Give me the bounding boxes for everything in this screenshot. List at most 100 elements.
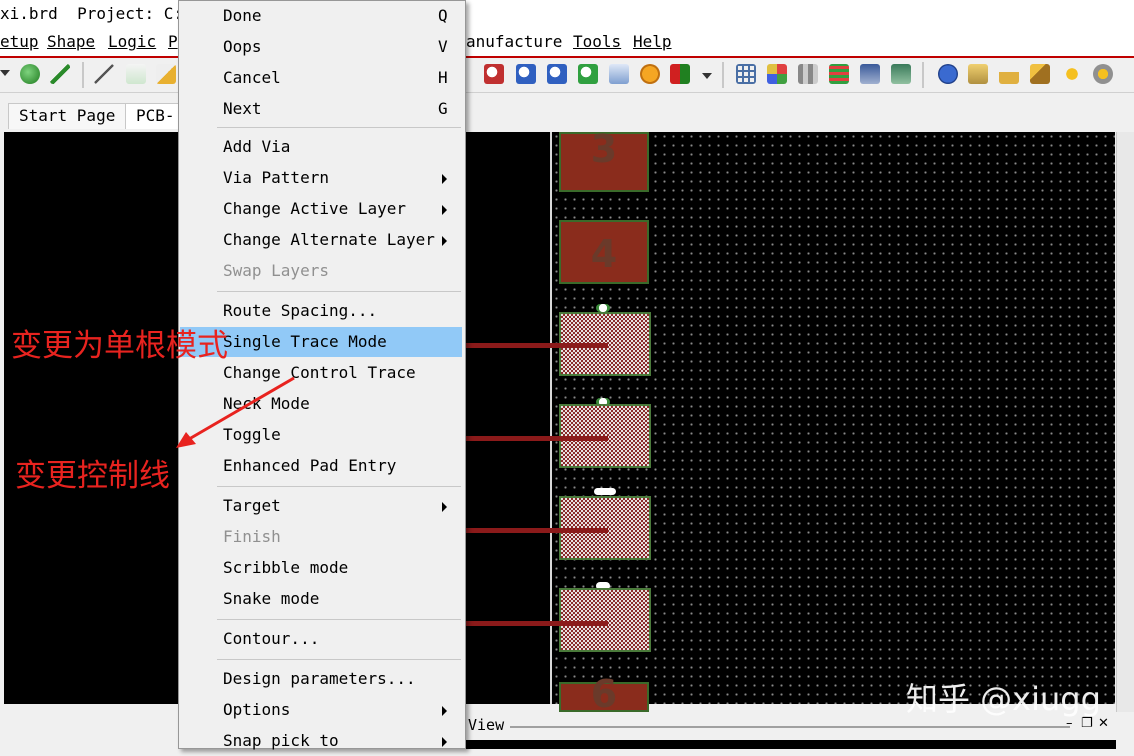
measure-icon[interactable] <box>999 64 1019 84</box>
add-line-icon[interactable] <box>94 64 114 84</box>
tab-start-page[interactable]: Start Page <box>8 103 127 129</box>
annotation-single-trace: 变更为单根模式 <box>11 328 228 364</box>
trace[interactable] <box>466 528 608 533</box>
menu-logic[interactable]: Logic <box>108 32 156 51</box>
submenu-arrow-icon <box>442 174 447 184</box>
menu-item-label: Scribble mode <box>223 558 349 577</box>
zoom-points-icon[interactable] <box>484 64 504 84</box>
layers-icon[interactable] <box>829 64 849 84</box>
tab-pcb[interactable]: PCB- <box>125 103 186 129</box>
menu-separator <box>217 486 461 487</box>
menu-separator <box>217 619 461 620</box>
tab-strip: Start Page PCB- <box>0 93 1134 131</box>
design-canvas[interactable]: 3 4 6 <box>550 130 1115 713</box>
panel-divider <box>510 726 1070 728</box>
submenu-arrow-icon <box>442 236 447 246</box>
show-element-icon[interactable] <box>968 64 988 84</box>
menu-item-label: Snake mode <box>223 589 320 608</box>
info-icon[interactable] <box>938 64 958 84</box>
broom-icon[interactable] <box>1030 64 1050 84</box>
menu-item-label: Add Via <box>223 137 291 156</box>
menu-item-target[interactable]: Target <box>180 491 462 521</box>
pin-icon[interactable] <box>50 64 70 84</box>
trace[interactable] <box>466 436 608 441</box>
watermark: 知乎 @xiugg <box>906 680 1101 718</box>
edit-text-icon[interactable] <box>156 64 176 84</box>
menu-item-label: Change Alternate Layer <box>223 230 435 249</box>
menu-setup[interactable]: etup <box>0 32 39 51</box>
menu-separator <box>217 291 461 292</box>
sun-icon[interactable] <box>1062 64 1082 84</box>
menu-item-snake-mode[interactable]: Snake mode <box>180 584 462 614</box>
menu-item-shortcut: H <box>438 68 448 87</box>
shadow-icon[interactable] <box>798 64 818 84</box>
refresh-icon[interactable] <box>640 64 660 84</box>
vertical-scrollbar[interactable] <box>1116 132 1134 712</box>
annotation-control-trace: 变更控制线 <box>15 458 170 494</box>
green-ball-icon[interactable] <box>20 64 40 84</box>
menu-manufacture[interactable]: anufacture <box>466 32 562 51</box>
zoom-fit-icon[interactable] <box>609 64 629 84</box>
zoom-in-icon[interactable] <box>516 64 536 84</box>
menu-item-options[interactable]: Options <box>180 695 462 725</box>
menu-item-label: Single Trace Mode <box>223 332 387 351</box>
menu-shape[interactable]: Shape <box>47 32 95 51</box>
menu-item-contour[interactable]: Contour... <box>180 624 462 654</box>
toolbar-separator <box>922 62 924 88</box>
menu-item-label: Swap Layers <box>223 261 329 280</box>
settings-icon[interactable] <box>1093 64 1113 84</box>
menu-help[interactable]: Help <box>633 32 672 51</box>
submenu-arrow-icon <box>442 737 447 747</box>
menu-item-done[interactable]: Done Q <box>180 1 462 31</box>
pad[interactable]: 6 <box>559 675 649 713</box>
tab-label: Start Page <box>19 106 116 125</box>
toolbar <box>0 58 1134 93</box>
menu-item-label: Design parameters... <box>223 669 416 688</box>
grid-icon[interactable] <box>736 64 756 84</box>
menu-item-label: Next <box>223 99 262 118</box>
add-text-icon[interactable] <box>126 64 146 84</box>
menu-item-change-active-layer[interactable]: Change Active Layer <box>180 194 462 224</box>
zoom-previous-icon[interactable] <box>578 64 598 84</box>
menu-item-cancel[interactable]: Cancel H <box>180 63 462 93</box>
pad[interactable]: 3 <box>559 130 649 192</box>
pad-number: 6 <box>590 672 618 716</box>
menu-item-enhanced-pad-entry[interactable]: Enhanced Pad Entry <box>180 451 462 481</box>
menu-item-swap-layers: Swap Layers <box>180 256 462 286</box>
world-view-icon[interactable] <box>891 64 911 84</box>
menu-bar: etup Shape Logic P anufacture Tools Help <box>0 28 1134 58</box>
menu-item-scribble-mode[interactable]: Scribble mode <box>180 553 462 583</box>
3d-view-icon[interactable] <box>670 64 690 84</box>
menu-item-oops[interactable]: Oops V <box>180 32 462 62</box>
menu-item-next[interactable]: Next G <box>180 94 462 124</box>
via[interactable] <box>596 304 610 312</box>
menu-item-change-alternate-layer[interactable]: Change Alternate Layer <box>180 225 462 255</box>
3d-dropdown-icon[interactable] <box>702 73 712 79</box>
trace[interactable] <box>466 621 608 626</box>
zoom-out-icon[interactable] <box>547 64 567 84</box>
submenu-arrow-icon <box>442 502 447 512</box>
menu-item-label: Finish <box>223 527 281 546</box>
menu-tools[interactable]: Tools <box>573 32 621 51</box>
trace[interactable] <box>466 343 608 348</box>
world-view-canvas[interactable] <box>466 740 1116 749</box>
pad-number: 4 <box>590 232 618 276</box>
pad[interactable]: 4 <box>559 220 649 284</box>
menu-separator <box>217 659 461 660</box>
pcb-board-icon[interactable] <box>860 64 880 84</box>
submenu-arrow-icon <box>442 205 447 215</box>
menu-item-label: Route Spacing... <box>223 301 378 320</box>
menu-item-label: Enhanced Pad Entry <box>223 456 397 475</box>
pad[interactable] <box>559 588 651 652</box>
menu-item-snap-pick-to[interactable]: Snap pick to <box>180 726 462 756</box>
dropdown-arrow-icon[interactable] <box>0 70 10 76</box>
menu-place[interactable]: P <box>168 32 178 51</box>
menu-item-shortcut: V <box>438 37 448 56</box>
title-bar: xi.brd Project: C:... <box>0 0 1134 28</box>
menu-item-add-via[interactable]: Add Via <box>180 132 462 162</box>
menu-item-design-parameters[interactable]: Design parameters... <box>180 664 462 694</box>
menu-item-via-pattern[interactable]: Via Pattern <box>180 163 462 193</box>
via[interactable] <box>594 488 616 495</box>
menu-item-label: Target <box>223 496 281 515</box>
color-icon[interactable] <box>767 64 787 84</box>
